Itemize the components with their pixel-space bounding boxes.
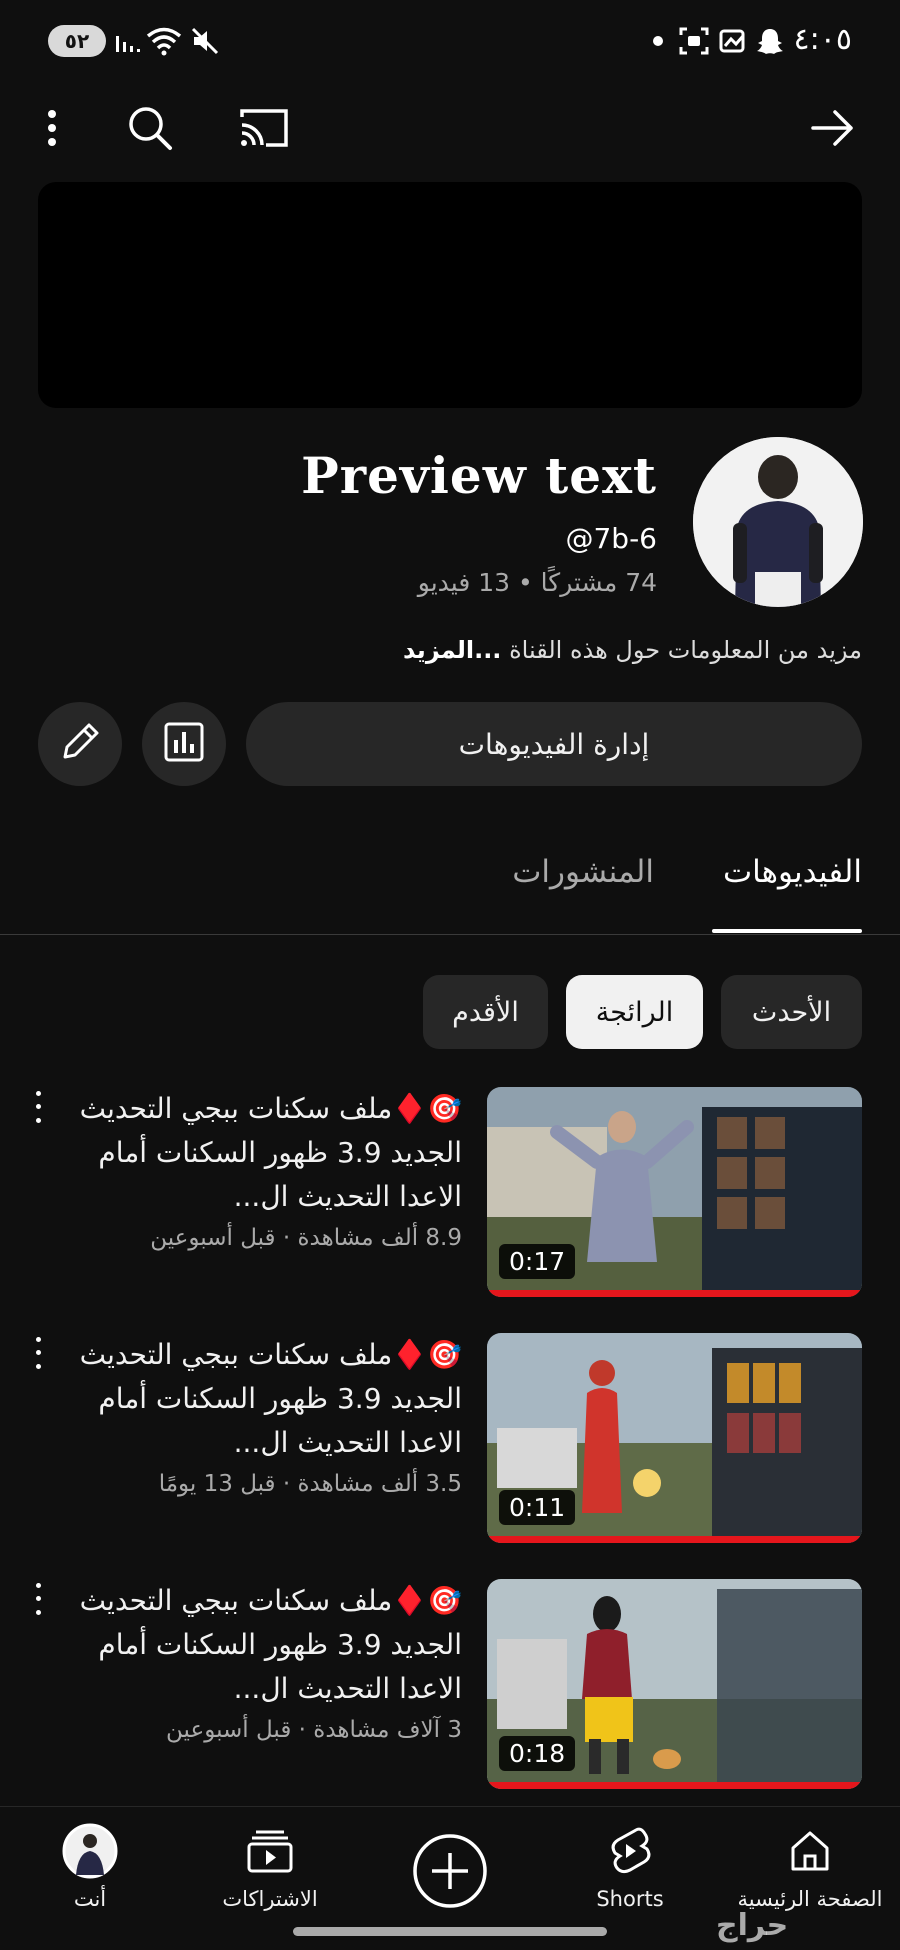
video-title[interactable]: 🎯♦️ملف سكنات ببجي التحديث الجديد 3.9 ظهو… bbox=[62, 1579, 462, 1711]
tab-selected-indicator bbox=[712, 929, 862, 933]
search-icon[interactable] bbox=[118, 96, 182, 160]
home-icon bbox=[780, 1821, 840, 1881]
mute-icon bbox=[190, 25, 220, 57]
video-thumbnail[interactable]: 0:17 bbox=[487, 1087, 862, 1297]
tab-posts[interactable]: المنشورات bbox=[512, 854, 654, 890]
channel-banner bbox=[38, 182, 862, 408]
pencil-icon bbox=[57, 719, 103, 769]
edit-channel-button[interactable] bbox=[38, 702, 122, 786]
watch-progress-bar bbox=[487, 1536, 862, 1543]
video-meta: 3.5 ألف مشاهدة · قبل 13 يومًا bbox=[158, 1471, 462, 1497]
more-vert-icon[interactable] bbox=[20, 96, 84, 160]
about-more-link[interactable]: ...المزيد bbox=[403, 636, 501, 664]
about-text: مزيد من المعلومات حول هذه القناة bbox=[509, 636, 862, 664]
you-avatar-icon bbox=[60, 1821, 120, 1881]
video-meta: 8.9 ألف مشاهدة · قبل أسبوعين bbox=[150, 1225, 462, 1251]
shorts-icon bbox=[600, 1821, 660, 1881]
video-more-icon[interactable] bbox=[26, 1087, 50, 1127]
video-duration: 0:17 bbox=[499, 1244, 576, 1279]
video-more-icon[interactable] bbox=[26, 1333, 50, 1373]
subscriptions-icon bbox=[240, 1821, 300, 1881]
video-title[interactable]: 🎯♦️ملف سكنات ببجي التحديث الجديد 3.9 ظهو… bbox=[62, 1333, 462, 1465]
signal-icon bbox=[114, 25, 142, 57]
clock: ٤:٠٥ bbox=[793, 22, 852, 57]
video-item[interactable]: 0:17 🎯♦️ملف سكنات ببجي التحديث الجديد 3.… bbox=[0, 1087, 900, 1317]
forward-arrow-icon[interactable] bbox=[800, 96, 864, 160]
video-title[interactable]: 🎯♦️ملف سكنات ببجي التحديث الجديد 3.9 ظهو… bbox=[62, 1087, 462, 1219]
watch-progress-bar bbox=[487, 1782, 862, 1789]
manage-videos-button[interactable]: إدارة الفيديوهات bbox=[246, 702, 862, 786]
tab-videos[interactable]: الفيديوهات bbox=[723, 854, 862, 890]
gallery-icon bbox=[718, 25, 748, 57]
battery-indicator: ٥٢ bbox=[48, 25, 106, 57]
tabs-divider bbox=[0, 934, 900, 935]
chip-latest[interactable]: الأحدث bbox=[721, 975, 862, 1049]
video-thumbnail[interactable]: 0:18 bbox=[487, 1579, 862, 1789]
nav-shorts-label: Shorts bbox=[596, 1887, 664, 1911]
chip-oldest[interactable]: الأقدم bbox=[423, 975, 548, 1049]
nav-you-label: أنت bbox=[73, 1887, 107, 1911]
wifi-icon bbox=[146, 25, 182, 57]
chip-popular[interactable]: الرائجة bbox=[566, 975, 703, 1049]
channel-stats: 74 مشتركًا • 13 فيديو bbox=[417, 568, 657, 597]
channel-handle: @7b-6 bbox=[565, 522, 657, 555]
video-item[interactable]: 0:18 🎯♦️ملف سكنات ببجي التحديث الجديد 3.… bbox=[0, 1579, 900, 1809]
video-duration: 0:18 bbox=[499, 1736, 576, 1771]
add-icon bbox=[410, 1831, 490, 1911]
channel-about[interactable]: مزيد من المعلومات حول هذه القناة ...المز… bbox=[403, 636, 862, 664]
analytics-icon bbox=[162, 720, 206, 768]
video-duration: 0:11 bbox=[499, 1490, 576, 1525]
nav-you[interactable]: أنت bbox=[0, 1821, 180, 1931]
nav-shorts[interactable]: Shorts bbox=[540, 1821, 720, 1931]
nav-create[interactable] bbox=[360, 1821, 540, 1931]
snapchat-icon bbox=[756, 25, 784, 57]
channel-name: Preview text bbox=[301, 446, 657, 505]
video-meta: 3 آلاف مشاهدة · قبل أسبوعين bbox=[166, 1717, 462, 1743]
watermark-logo: حراج bbox=[716, 1908, 789, 1943]
screenshot-icon bbox=[678, 25, 710, 57]
cast-icon[interactable] bbox=[232, 96, 296, 160]
video-thumbnail[interactable]: 0:11 bbox=[487, 1333, 862, 1543]
watch-progress-bar bbox=[487, 1290, 862, 1297]
nav-subscriptions[interactable]: الاشتراكات bbox=[180, 1821, 360, 1931]
channel-avatar[interactable] bbox=[693, 437, 863, 607]
dot-icon bbox=[652, 25, 664, 57]
analytics-button[interactable] bbox=[142, 702, 226, 786]
video-more-icon[interactable] bbox=[26, 1579, 50, 1619]
gesture-bar[interactable] bbox=[293, 1927, 607, 1936]
nav-subscriptions-label: الاشتراكات bbox=[222, 1887, 318, 1911]
status-bar: ٥٢ ٤:٠٥ bbox=[0, 0, 900, 80]
video-item[interactable]: 0:11 🎯♦️ملف سكنات ببجي التحديث الجديد 3.… bbox=[0, 1333, 900, 1563]
